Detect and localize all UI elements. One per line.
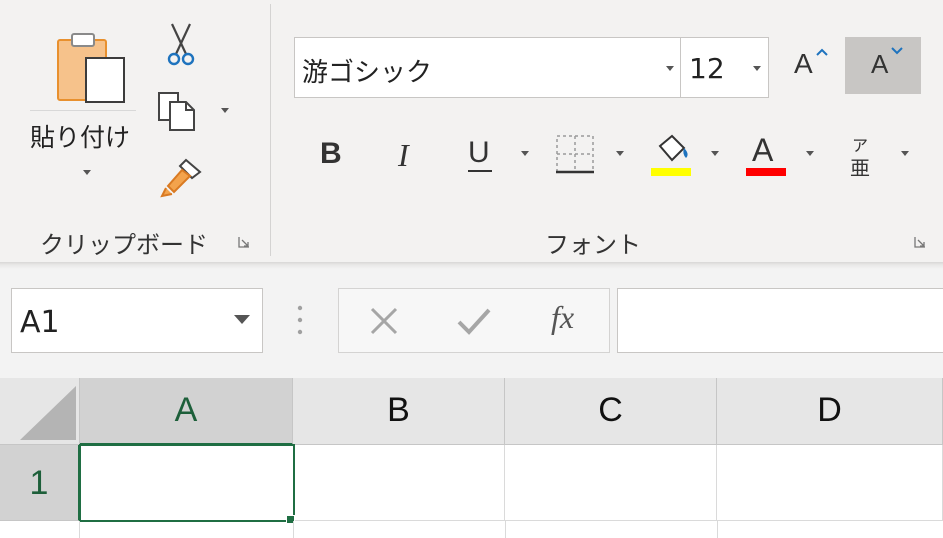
cell-b1[interactable] xyxy=(293,445,505,521)
underline-dropdown-caret[interactable] xyxy=(521,151,529,156)
italic-button[interactable]: I xyxy=(398,137,409,174)
cancel-icon[interactable] xyxy=(369,306,399,336)
underline-button[interactable]: U xyxy=(466,134,496,176)
font-color-glyph: A xyxy=(752,132,774,168)
cell-a1-active[interactable] xyxy=(79,444,295,522)
paste-dropdown-caret[interactable] xyxy=(83,170,91,175)
formula-buttons: fx xyxy=(338,288,610,353)
font-color-button[interactable]: A xyxy=(744,132,790,178)
caret-up-icon xyxy=(816,48,828,56)
paste-label: 貼り付け xyxy=(30,123,131,152)
font-color-dropdown-caret[interactable] xyxy=(806,151,814,156)
font-name-combo[interactable]: 游ゴシック xyxy=(294,37,681,98)
increase-font-size-button[interactable]: A xyxy=(784,40,836,92)
paste-icon xyxy=(57,33,125,103)
cut-icon[interactable] xyxy=(166,22,196,66)
clipboard-dialog-launcher-icon[interactable] xyxy=(238,236,250,248)
column-header-b[interactable]: B xyxy=(293,378,505,445)
phonetic-guide-button[interactable]: ア 亜 xyxy=(845,130,885,180)
borders-icon[interactable] xyxy=(555,134,595,174)
name-box[interactable]: A1 xyxy=(11,288,263,353)
phonetic-dropdown-caret[interactable] xyxy=(901,151,909,156)
fill-color-button[interactable] xyxy=(648,132,694,178)
cell-d1[interactable] xyxy=(717,445,943,521)
enter-check-icon[interactable] xyxy=(457,306,491,336)
copy-dropdown-caret[interactable] xyxy=(221,108,229,113)
font-group-label: フォント xyxy=(545,231,641,259)
column-header-a[interactable]: A xyxy=(80,378,293,445)
column-header-d[interactable]: D xyxy=(717,378,943,445)
fill-color-dropdown-caret[interactable] xyxy=(711,151,719,156)
worksheet-grid: A B C D 1 xyxy=(0,378,943,538)
font-dialog-launcher-icon[interactable] xyxy=(914,236,926,248)
font-name-caret[interactable] xyxy=(666,66,674,71)
increase-font-glyph: A xyxy=(794,48,813,79)
column-header-c[interactable]: C xyxy=(505,378,717,445)
borders-dropdown-caret[interactable] xyxy=(616,151,624,156)
font-name-value: 游ゴシック xyxy=(302,58,433,88)
name-box-dropdown-icon[interactable] xyxy=(234,315,250,325)
decrease-font-glyph: A xyxy=(871,49,889,79)
font-color-swatch xyxy=(746,168,786,176)
format-painter-icon[interactable] xyxy=(160,156,204,200)
fill-color-swatch xyxy=(651,168,691,176)
row-2-partial xyxy=(0,521,943,538)
bold-button[interactable]: B xyxy=(320,137,342,171)
formula-bar-grip-icon[interactable] xyxy=(297,305,303,335)
name-box-value: A1 xyxy=(20,305,60,340)
ribbon-group-separator xyxy=(270,4,271,256)
copy-icon[interactable] xyxy=(156,90,200,132)
paste-button[interactable]: 貼り付け xyxy=(26,24,140,192)
decrease-font-size-button[interactable]: A xyxy=(845,37,921,94)
insert-function-button[interactable]: fx xyxy=(551,299,574,336)
cell-c1[interactable] xyxy=(505,445,717,521)
row-header-1[interactable]: 1 xyxy=(0,445,80,521)
font-size-combo[interactable]: 12 xyxy=(681,37,769,98)
paint-bucket-icon xyxy=(658,134,688,162)
underline-glyph: U xyxy=(468,136,490,169)
formula-input[interactable] xyxy=(617,288,943,353)
ribbon-shadow xyxy=(0,262,943,269)
select-all-button[interactable] xyxy=(0,378,80,445)
font-size-caret[interactable] xyxy=(753,66,761,71)
caret-down-icon xyxy=(891,47,903,55)
clipboard-group-label: クリップボード xyxy=(40,231,208,259)
phonetic-bottom-glyph: 亜 xyxy=(850,156,870,180)
ribbon: 貼り付け クリップボード 游ゴシック 12 A A B I U A ア 亜 フォ… xyxy=(0,0,943,262)
font-size-value: 12 xyxy=(689,52,725,85)
